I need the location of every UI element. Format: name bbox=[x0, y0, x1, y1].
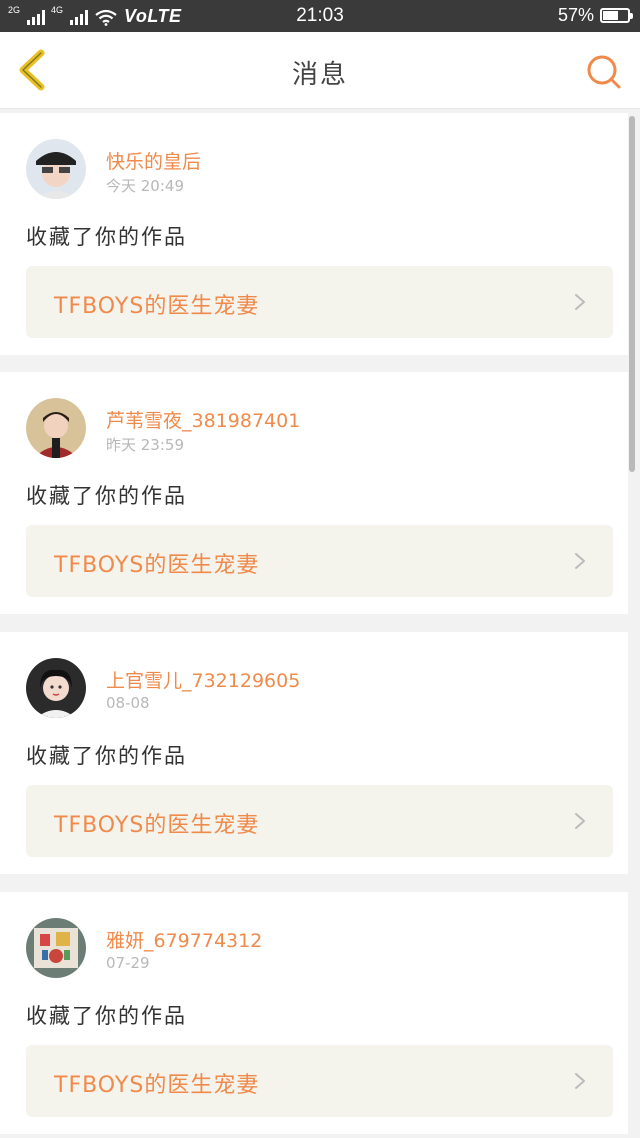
message-time: 08-08 bbox=[106, 694, 150, 712]
status-bar: 2G 4G VoLTE 21:03 57% bbox=[0, 0, 640, 32]
username[interactable]: 快乐的皇后 bbox=[106, 147, 201, 174]
message-card: 雅妍_679774312 07-29 收藏了你的作品 TFBOYS的医生宠妻 bbox=[0, 892, 628, 1134]
search-icon[interactable] bbox=[584, 52, 624, 92]
work-link[interactable]: TFBOYS的医生宠妻 bbox=[26, 266, 613, 338]
page-title: 消息 bbox=[291, 60, 348, 90]
message-card: 芦苇雪夜_381987401 昨天 23:59 收藏了你的作品 TFBOYS的医… bbox=[0, 372, 628, 614]
scrollbar[interactable] bbox=[629, 116, 635, 472]
avatar[interactable] bbox=[26, 398, 86, 458]
message-action: 收藏了你的作品 bbox=[26, 225, 187, 249]
avatar[interactable] bbox=[26, 658, 86, 718]
message-card: 上官雪儿_732129605 08-08 收藏了你的作品 TFBOYS的医生宠妻 bbox=[0, 632, 628, 874]
work-title: TFBOYS的医生宠妻 bbox=[54, 813, 260, 838]
avatar[interactable] bbox=[26, 918, 86, 978]
message-action: 收藏了你的作品 bbox=[26, 744, 187, 768]
battery-fill bbox=[603, 11, 618, 20]
message-action: 收藏了你的作品 bbox=[26, 1004, 187, 1028]
message-card: 快乐的皇后 今天 20:49 收藏了你的作品 TFBOYS的医生宠妻 bbox=[0, 113, 628, 355]
username[interactable]: 雅妍_679774312 bbox=[106, 926, 262, 953]
status-bar-right: 57% bbox=[557, 5, 633, 26]
work-title: TFBOYS的医生宠妻 bbox=[54, 553, 260, 578]
message-time: 07-29 bbox=[106, 954, 150, 972]
message-time: 今天 20:49 bbox=[106, 177, 184, 195]
chevron-right-icon bbox=[575, 1073, 585, 1089]
work-link[interactable]: TFBOYS的医生宠妻 bbox=[26, 525, 613, 597]
battery-percent: 57% bbox=[557, 5, 594, 25]
chevron-right-icon bbox=[575, 294, 585, 310]
work-title: TFBOYS的医生宠妻 bbox=[54, 1073, 260, 1098]
avatar[interactable] bbox=[26, 139, 86, 199]
clock: 21:03 bbox=[296, 5, 344, 26]
work-link[interactable]: TFBOYS的医生宠妻 bbox=[26, 1045, 613, 1117]
navigation-bar: 消息 bbox=[0, 32, 640, 109]
username[interactable]: 芦苇雪夜_381987401 bbox=[106, 406, 300, 433]
chevron-right-icon bbox=[575, 553, 585, 569]
work-link[interactable]: TFBOYS的医生宠妻 bbox=[26, 785, 613, 857]
battery-icon bbox=[600, 8, 633, 23]
chevron-right-icon bbox=[575, 813, 585, 829]
work-title: TFBOYS的医生宠妻 bbox=[54, 294, 260, 319]
username[interactable]: 上官雪儿_732129605 bbox=[106, 666, 300, 693]
message-time: 昨天 23:59 bbox=[106, 436, 184, 454]
message-action: 收藏了你的作品 bbox=[26, 484, 187, 508]
